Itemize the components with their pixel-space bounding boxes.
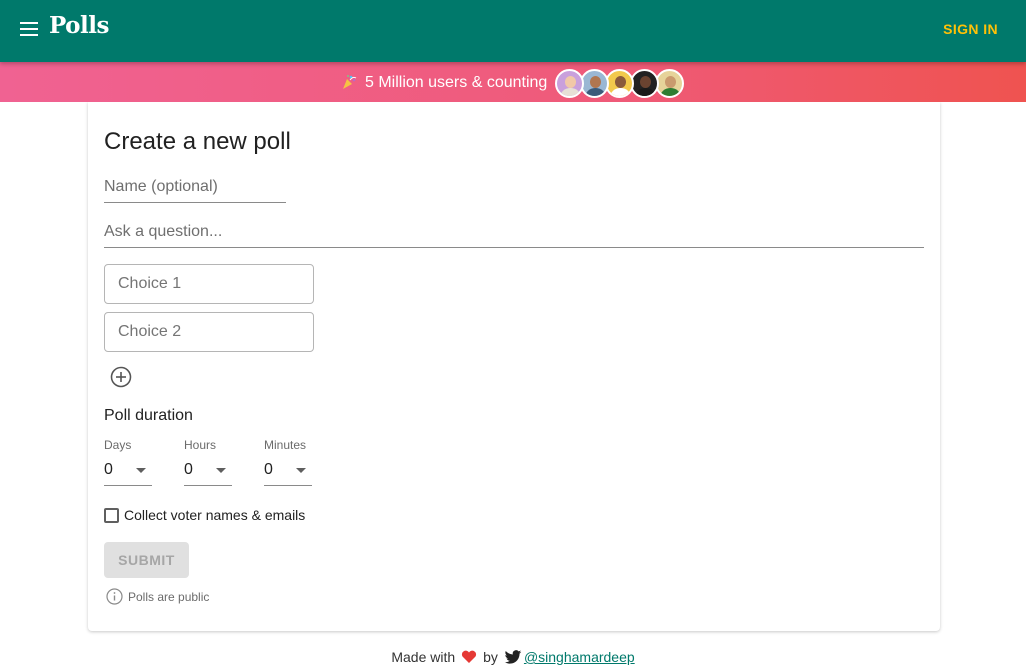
twitter-bird-icon (504, 649, 522, 664)
hamburger-menu-icon[interactable] (20, 22, 38, 36)
poll-duration-label: Poll duration (104, 407, 193, 424)
choice-2-input[interactable] (105, 313, 313, 351)
choice-field-2 (104, 312, 314, 352)
name-input[interactable] (104, 178, 286, 202)
banner-text: 5 Million users & counting (365, 74, 548, 91)
user-avatar (630, 68, 660, 98)
dropdown-arrow-icon (296, 468, 306, 473)
dropdown-arrow-icon (216, 468, 226, 473)
name-field (104, 178, 286, 203)
choice-field-1 (104, 264, 314, 304)
minutes-select[interactable]: 0 (264, 458, 312, 486)
minutes-label: Minutes (264, 438, 307, 452)
create-poll-card: Create a new poll Poll duration Days Hou… (88, 102, 940, 631)
user-avatars (555, 68, 685, 98)
hours-label: Hours (184, 438, 217, 452)
days-label: Days (104, 438, 132, 452)
minutes-value: 0 (264, 461, 273, 478)
days-value: 0 (104, 461, 113, 478)
collect-voter-info-label: Collect voter names & emails (124, 507, 306, 523)
hours-select[interactable]: 0 (184, 458, 232, 486)
heart-icon (462, 650, 477, 663)
public-note: Polls are public (106, 588, 209, 605)
question-field (104, 223, 924, 248)
hours-value: 0 (184, 461, 193, 478)
collect-voter-info-option[interactable]: Collect voter names & emails (104, 507, 305, 523)
footer-by: by (483, 649, 498, 665)
user-avatar (655, 68, 685, 98)
public-note-text: Polls are public (128, 589, 210, 604)
sign-in-button[interactable]: SIGN IN (943, 21, 998, 37)
add-circle-icon (110, 366, 132, 388)
party-popper-icon (341, 74, 359, 92)
choice-1-input[interactable] (105, 265, 313, 303)
add-choice-button[interactable] (110, 366, 132, 388)
footer: Made with by @singhamardeep (0, 646, 1026, 668)
promo-banner: 5 Million users & counting (0, 62, 1026, 102)
footer-made-with: Made with (391, 649, 456, 665)
page-title: Create a new poll (104, 128, 291, 155)
collect-voter-info-checkbox[interactable] (104, 507, 119, 523)
user-avatar (580, 68, 610, 98)
question-input[interactable] (104, 223, 924, 247)
submit-button[interactable]: SUBMIT (104, 542, 189, 578)
user-avatar (605, 68, 635, 98)
author-twitter-link[interactable]: @singhamardeep (524, 649, 635, 665)
info-icon (106, 588, 123, 605)
days-select[interactable]: 0 (104, 458, 152, 486)
app-bar: Polls SIGN IN (0, 0, 1026, 62)
brand-logo[interactable]: Polls (49, 12, 109, 39)
dropdown-arrow-icon (136, 468, 146, 473)
user-avatar (555, 68, 585, 98)
